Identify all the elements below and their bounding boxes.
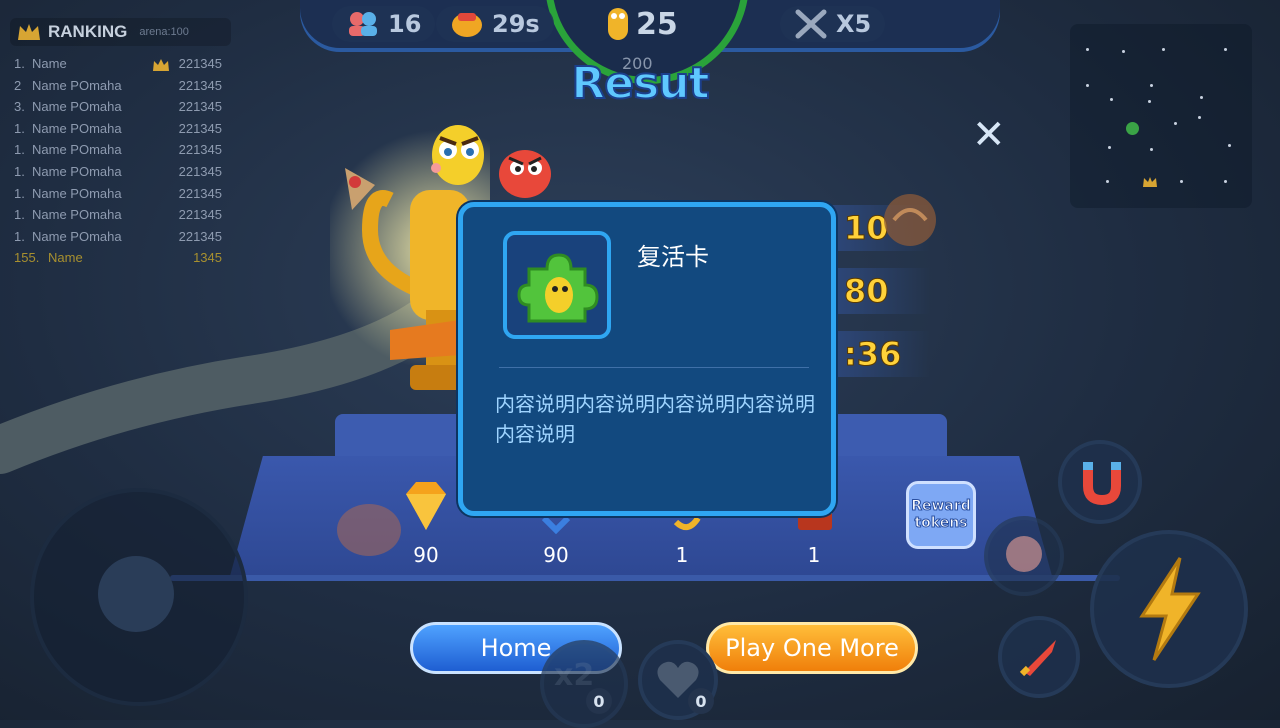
rank-name: Name POmaha <box>32 207 122 223</box>
players-icon <box>349 12 377 36</box>
rank-score: 221345 <box>178 120 222 136</box>
rank-position: 1. <box>14 228 25 244</box>
timer: 29s <box>436 6 554 42</box>
rank-score: 221345 <box>178 164 222 179</box>
rocket-button[interactable] <box>998 616 1080 698</box>
magnet-button[interactable] <box>1058 440 1142 524</box>
timer-value: 29s <box>492 10 540 38</box>
rank-name: Name POmaha <box>32 99 122 115</box>
ranking-row-self: 155. Name 1345 <box>14 250 222 270</box>
popup-description: 内容说明内容说明内容说明内容说明内容说明 <box>495 392 815 446</box>
popup-item-icon-frame <box>503 231 611 339</box>
popup-divider <box>499 367 809 368</box>
worm-icon <box>608 8 628 40</box>
reward-item-diamond: 90 <box>386 478 466 567</box>
red-worm-icon <box>499 150 551 198</box>
reward-value: 90 <box>413 543 439 567</box>
rank-score: 1345 <box>193 250 222 266</box>
ranking-row: 2 Name POmaha 221345 <box>14 78 222 98</box>
rank-score: 221345 <box>178 99 222 115</box>
rank-name: Name POmaha <box>32 228 122 244</box>
ranking-row: 3. Name POmaha 221345 <box>14 99 222 119</box>
shield-icon <box>1006 536 1042 572</box>
players-count: 16 <box>388 10 422 38</box>
shield-button[interactable] <box>984 516 1064 596</box>
ranking-row: 1. Name POmaha 221345 <box>14 121 222 141</box>
panel-divider <box>170 575 1120 581</box>
rank-score: 221345 <box>178 207 222 223</box>
rank-position: 155. <box>14 250 40 266</box>
heart-count: 0 <box>688 688 714 714</box>
reward-value: 1 <box>807 543 821 567</box>
magnet-icon <box>1083 462 1121 506</box>
minimap <box>1070 24 1252 208</box>
diamond-icon <box>406 482 446 530</box>
reward-value: 90 <box>543 543 569 567</box>
joystick-base[interactable] <box>30 488 248 706</box>
ranking-row: 1. Name POmaha 221345 <box>14 164 222 184</box>
ranking-row: 1. Name POmaha 221345 <box>14 207 222 227</box>
rank-score: 221345 <box>178 77 222 93</box>
rocket-icon <box>1019 640 1056 677</box>
crossed-swords-icon <box>795 9 827 39</box>
player-marker <box>1126 122 1139 135</box>
revive-card-icon <box>517 253 599 323</box>
ranking-header: RANKING arena:100 <box>10 18 231 46</box>
rank-position: 2 <box>14 77 22 93</box>
ranking-title: RANKING <box>48 22 128 41</box>
rank-score: 221345 <box>178 228 222 244</box>
rank-position: 1. <box>14 142 25 158</box>
x2-icon: x2 <box>554 658 595 693</box>
close-button[interactable]: ✕ <box>972 112 1006 158</box>
players-counter: 16 <box>332 6 436 42</box>
food-icon <box>884 194 936 246</box>
stat-time: :36 <box>830 331 930 377</box>
ranking-row: 1. Name POmaha 221345 <box>14 142 222 162</box>
popup-title: 复活卡 <box>637 243 709 271</box>
rank-position: 1. <box>14 120 25 136</box>
joystick-knob[interactable] <box>98 556 174 632</box>
double-reward-button[interactable]: x2 <box>540 640 628 728</box>
rank-score: 221345 <box>178 142 222 158</box>
stat-length: 80 <box>830 268 930 314</box>
rank-position: 1. <box>14 207 25 223</box>
rank-position: 1. <box>14 185 25 201</box>
rank-position: 1. <box>14 56 25 71</box>
boost-button[interactable] <box>1090 530 1248 688</box>
rank-name: Name POmaha <box>32 120 122 136</box>
lightning-icon <box>1139 557 1201 661</box>
timer-icon <box>452 13 482 37</box>
rank-position: 1. <box>14 164 25 179</box>
reward-tokens-button[interactable]: Reward tokens <box>906 481 976 549</box>
rank-position: 3. <box>14 99 25 115</box>
top-rank-crown-icon <box>153 59 169 71</box>
rank-name: Name POmaha <box>32 164 122 179</box>
result-title: Resut <box>570 57 710 110</box>
multiplier: X5 <box>780 6 886 42</box>
crown-icon <box>18 24 40 40</box>
x2-count: 0 <box>586 688 612 714</box>
ranking-row: 1. Name POmaha 221345 <box>14 229 222 249</box>
ranking-arena: arena:100 <box>139 26 189 38</box>
rank-name: Name <box>48 250 83 266</box>
length-value: 25 <box>636 6 678 42</box>
item-info-popup: 复活卡 内容说明内容说明内容说明内容说明内容说明 <box>458 202 836 516</box>
multiplier-value: X5 <box>836 10 872 38</box>
ranking-row: 1. Name 221345 <box>14 56 222 76</box>
rank-score: 221345 <box>178 56 222 71</box>
play-one-more-button[interactable]: Play One More <box>706 622 918 674</box>
rank-score: 221345 <box>178 185 222 201</box>
length-counter: 25 <box>606 6 678 42</box>
rank-name: Name POmaha <box>32 142 122 158</box>
minimap-crown-icon <box>1143 177 1157 187</box>
ranking-row: 1. Name POmaha 221345 <box>14 186 222 206</box>
rank-name: Name POmaha <box>32 185 122 201</box>
reward-value: 1 <box>675 543 689 567</box>
rank-name: Name POmaha <box>32 77 122 93</box>
